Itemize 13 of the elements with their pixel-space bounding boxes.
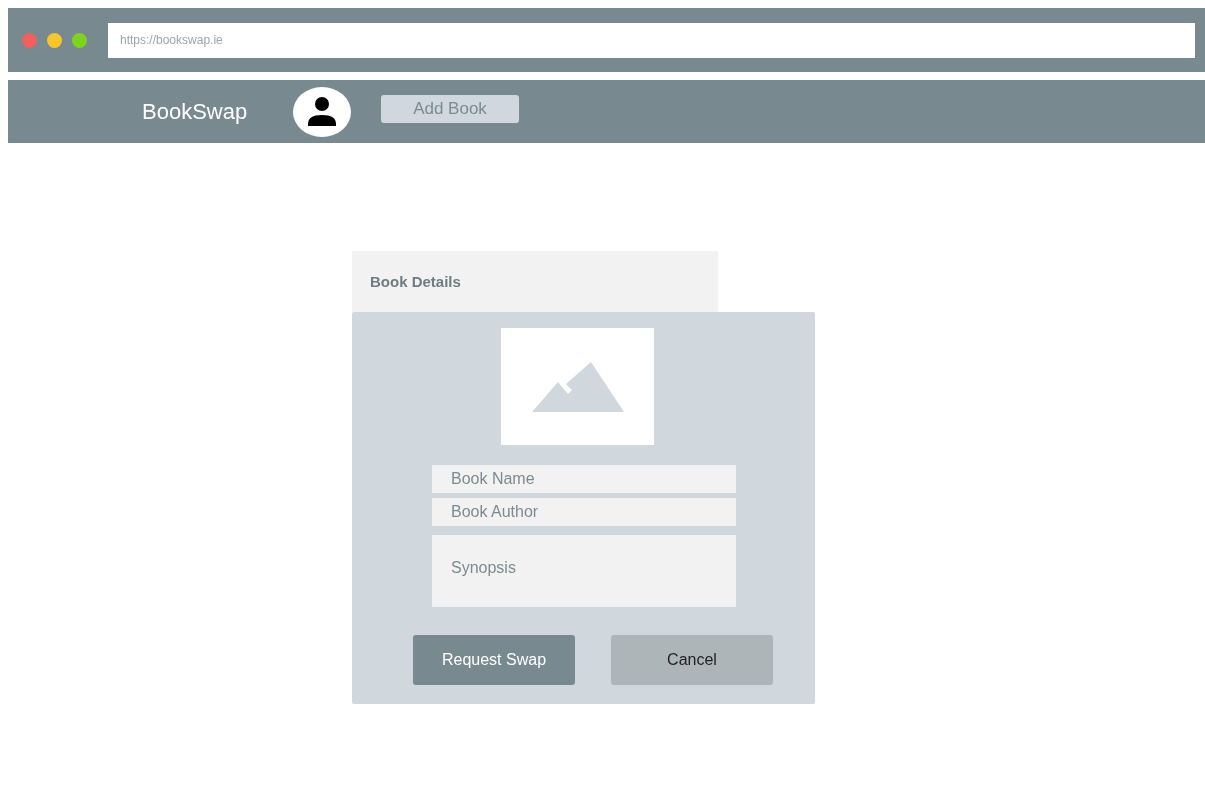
input-field[interactable]: Book Author — [432, 498, 736, 526]
request-button[interactable]: Request Swap — [413, 635, 575, 685]
window-dot[interactable] — [72, 32, 87, 48]
cancel-button[interactable]: Cancel — [611, 635, 773, 685]
window-dot[interactable] — [22, 32, 37, 48]
logo[interactable]: BookSwap — [142, 98, 293, 125]
user-avatar-icon[interactable] — [293, 86, 351, 137]
mountain-icon — [531, 361, 624, 412]
input-field[interactable]: Book Name — [432, 465, 736, 493]
window-dot[interactable] — [47, 32, 62, 48]
address-field[interactable]: https://bookswap.ie — [108, 22, 1195, 58]
synopsis-field[interactable]: Synopsis — [432, 535, 736, 607]
add-book-button[interactable]: Add Book — [381, 94, 519, 123]
